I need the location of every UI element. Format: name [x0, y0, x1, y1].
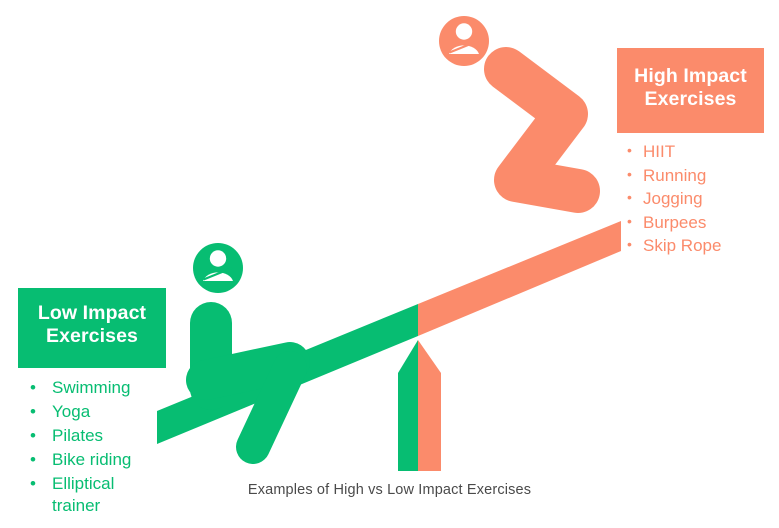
high-impact-panel: High Impact Exercises • HIIT • Running •… [617, 48, 764, 259]
high-impact-figure [439, 16, 600, 213]
high-impact-item-label: Burpees [643, 212, 707, 232]
list-item: • Bike riding [18, 449, 166, 471]
low-impact-item-label: Bike riding [52, 450, 132, 470]
list-item: • Skip Rope [617, 235, 764, 257]
list-item: • Swimming [18, 377, 166, 399]
high-impact-panel-header: High Impact Exercises [617, 48, 764, 133]
list-item: • Jogging [617, 188, 764, 210]
list-item: • Pilates [18, 425, 166, 447]
low-impact-item-label: Swimming [52, 378, 131, 397]
low-impact-head-glyph-top [209, 250, 227, 267]
high-impact-list: • HIIT • Running • Jogging • Burpees • S… [617, 141, 764, 257]
high-impact-head-glyph-top [455, 23, 473, 40]
low-impact-item-label: Yoga [52, 402, 91, 422]
list-item: • Running [617, 165, 764, 187]
bullet-icon: • [627, 165, 632, 182]
high-impact-item-label: HIIT [643, 142, 676, 161]
bullet-icon: • [30, 426, 36, 446]
low-impact-panel-header: Low Impact Exercises [18, 288, 166, 368]
bullet-icon: • [30, 402, 36, 422]
low-impact-title-line2: Exercises [46, 325, 138, 347]
seesaw-plank-orange [418, 221, 621, 336]
bullet-icon: • [30, 378, 36, 397]
high-impact-figure-body-zigzag [484, 47, 600, 213]
bullet-icon: • [627, 236, 632, 253]
fulcrum-orange-half [418, 340, 441, 471]
list-item: • Yoga [18, 401, 166, 423]
low-impact-title-line1: Low Impact [37, 302, 147, 324]
infographic-canvas: Low Impact Exercises • Swimming • Yoga •… [0, 0, 779, 528]
high-impact-item-label: Running [643, 165, 707, 185]
fulcrum-green-half [398, 340, 418, 471]
high-impact-title-line2: Exercises [644, 88, 737, 110]
list-item: • HIIT [617, 141, 764, 163]
high-impact-item-label: Jogging [643, 189, 703, 209]
low-impact-item-label: Pilates [52, 426, 104, 446]
figure-caption: Examples of High vs Low Impact Exercises [247, 482, 532, 498]
high-impact-title-line1: High Impact [634, 65, 747, 87]
list-item: • Burpees [617, 212, 764, 234]
bullet-icon: • [30, 450, 36, 470]
high-impact-item-label: Skip Rope [643, 236, 722, 256]
bullet-icon: • [627, 189, 632, 206]
bullet-icon: • [627, 142, 632, 158]
bullet-icon: • [627, 212, 632, 229]
